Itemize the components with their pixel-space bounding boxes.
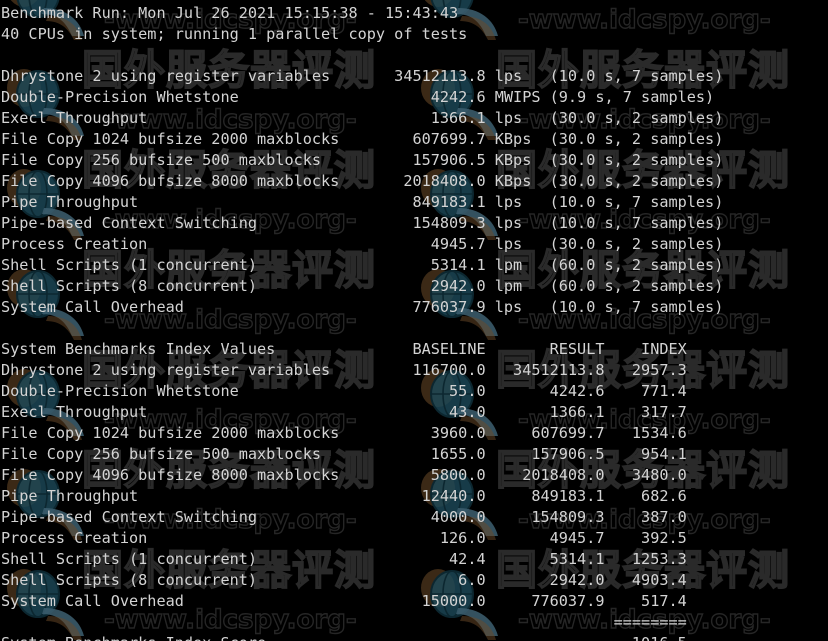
benchmark-result-row: Pipe-based Context Switching 154809.3 lp… (1, 214, 724, 232)
index-table-row: Double-Precision Whetstone 55.0 4242.6 7… (1, 382, 687, 400)
index-table-row: File Copy 1024 bufsize 2000 maxblocks 39… (1, 424, 687, 442)
index-table-row: Shell Scripts (8 concurrent) 6.0 2942.0 … (1, 571, 687, 589)
cpu-info-line-1: 40 CPUs in system; running 1 parallel co… (1, 25, 468, 43)
index-table-header: System Benchmarks Index Values BASELINE … (1, 340, 687, 358)
index-table-row: Shell Scripts (1 concurrent) 42.4 5314.1… (1, 550, 687, 568)
benchmark-result-row: File Copy 1024 bufsize 2000 maxblocks 60… (1, 130, 724, 148)
benchmark-run-header-1: Benchmark Run: Mon Jul 26 2021 15:15:38 … (1, 4, 459, 22)
benchmark-result-row: Dhrystone 2 using register variables 345… (1, 67, 724, 85)
index-table-row: Execl Throughput 43.0 1366.1 317.7 (1, 403, 687, 421)
benchmark-result-row: Pipe Throughput 849183.1 lps (10.0 s, 7 … (1, 193, 724, 211)
benchmark-result-row: Shell Scripts (1 concurrent) 5314.1 lpm … (1, 256, 724, 274)
index-table-row: File Copy 4096 bufsize 8000 maxblocks 58… (1, 466, 687, 484)
index-table-row: Dhrystone 2 using register variables 116… (1, 361, 687, 379)
benchmark-result-row: Shell Scripts (8 concurrent) 2942.0 lpm … (1, 277, 724, 295)
index-score-separator: ======== (1, 613, 687, 631)
terminal-window: 国外服务器评测-www.idcspy.org- 国外服务器评测-www.idcs… (0, 0, 828, 641)
index-table-row: Pipe Throughput 12440.0 849183.1 682.6 (1, 487, 687, 505)
benchmark-result-row: System Call Overhead 776037.9 lps (10.0 … (1, 298, 724, 316)
benchmark-result-row: Process Creation 4945.7 lps (30.0 s, 2 s… (1, 235, 724, 253)
index-table-row: Process Creation 126.0 4945.7 392.5 (1, 529, 687, 547)
benchmark-result-row: File Copy 256 bufsize 500 maxblocks 1579… (1, 151, 724, 169)
index-score-row: System Benchmarks Index Score 1016.5 (1, 633, 828, 641)
index-table-row: System Call Overhead 15000.0 776037.9 51… (1, 592, 687, 610)
index-table-row: Pipe-based Context Switching 4000.0 1548… (1, 508, 687, 526)
index-table-row: File Copy 256 bufsize 500 maxblocks 1655… (1, 445, 687, 463)
terminal-text-output: Benchmark Run: Mon Jul 26 2021 15:15:38 … (0, 0, 828, 641)
benchmark-result-row: Double-Precision Whetstone 4242.6 MWIPS … (1, 88, 715, 106)
benchmark-result-row: Execl Throughput 1366.1 lps (30.0 s, 2 s… (1, 109, 724, 127)
benchmark-result-row: File Copy 4096 bufsize 8000 maxblocks 20… (1, 172, 724, 190)
